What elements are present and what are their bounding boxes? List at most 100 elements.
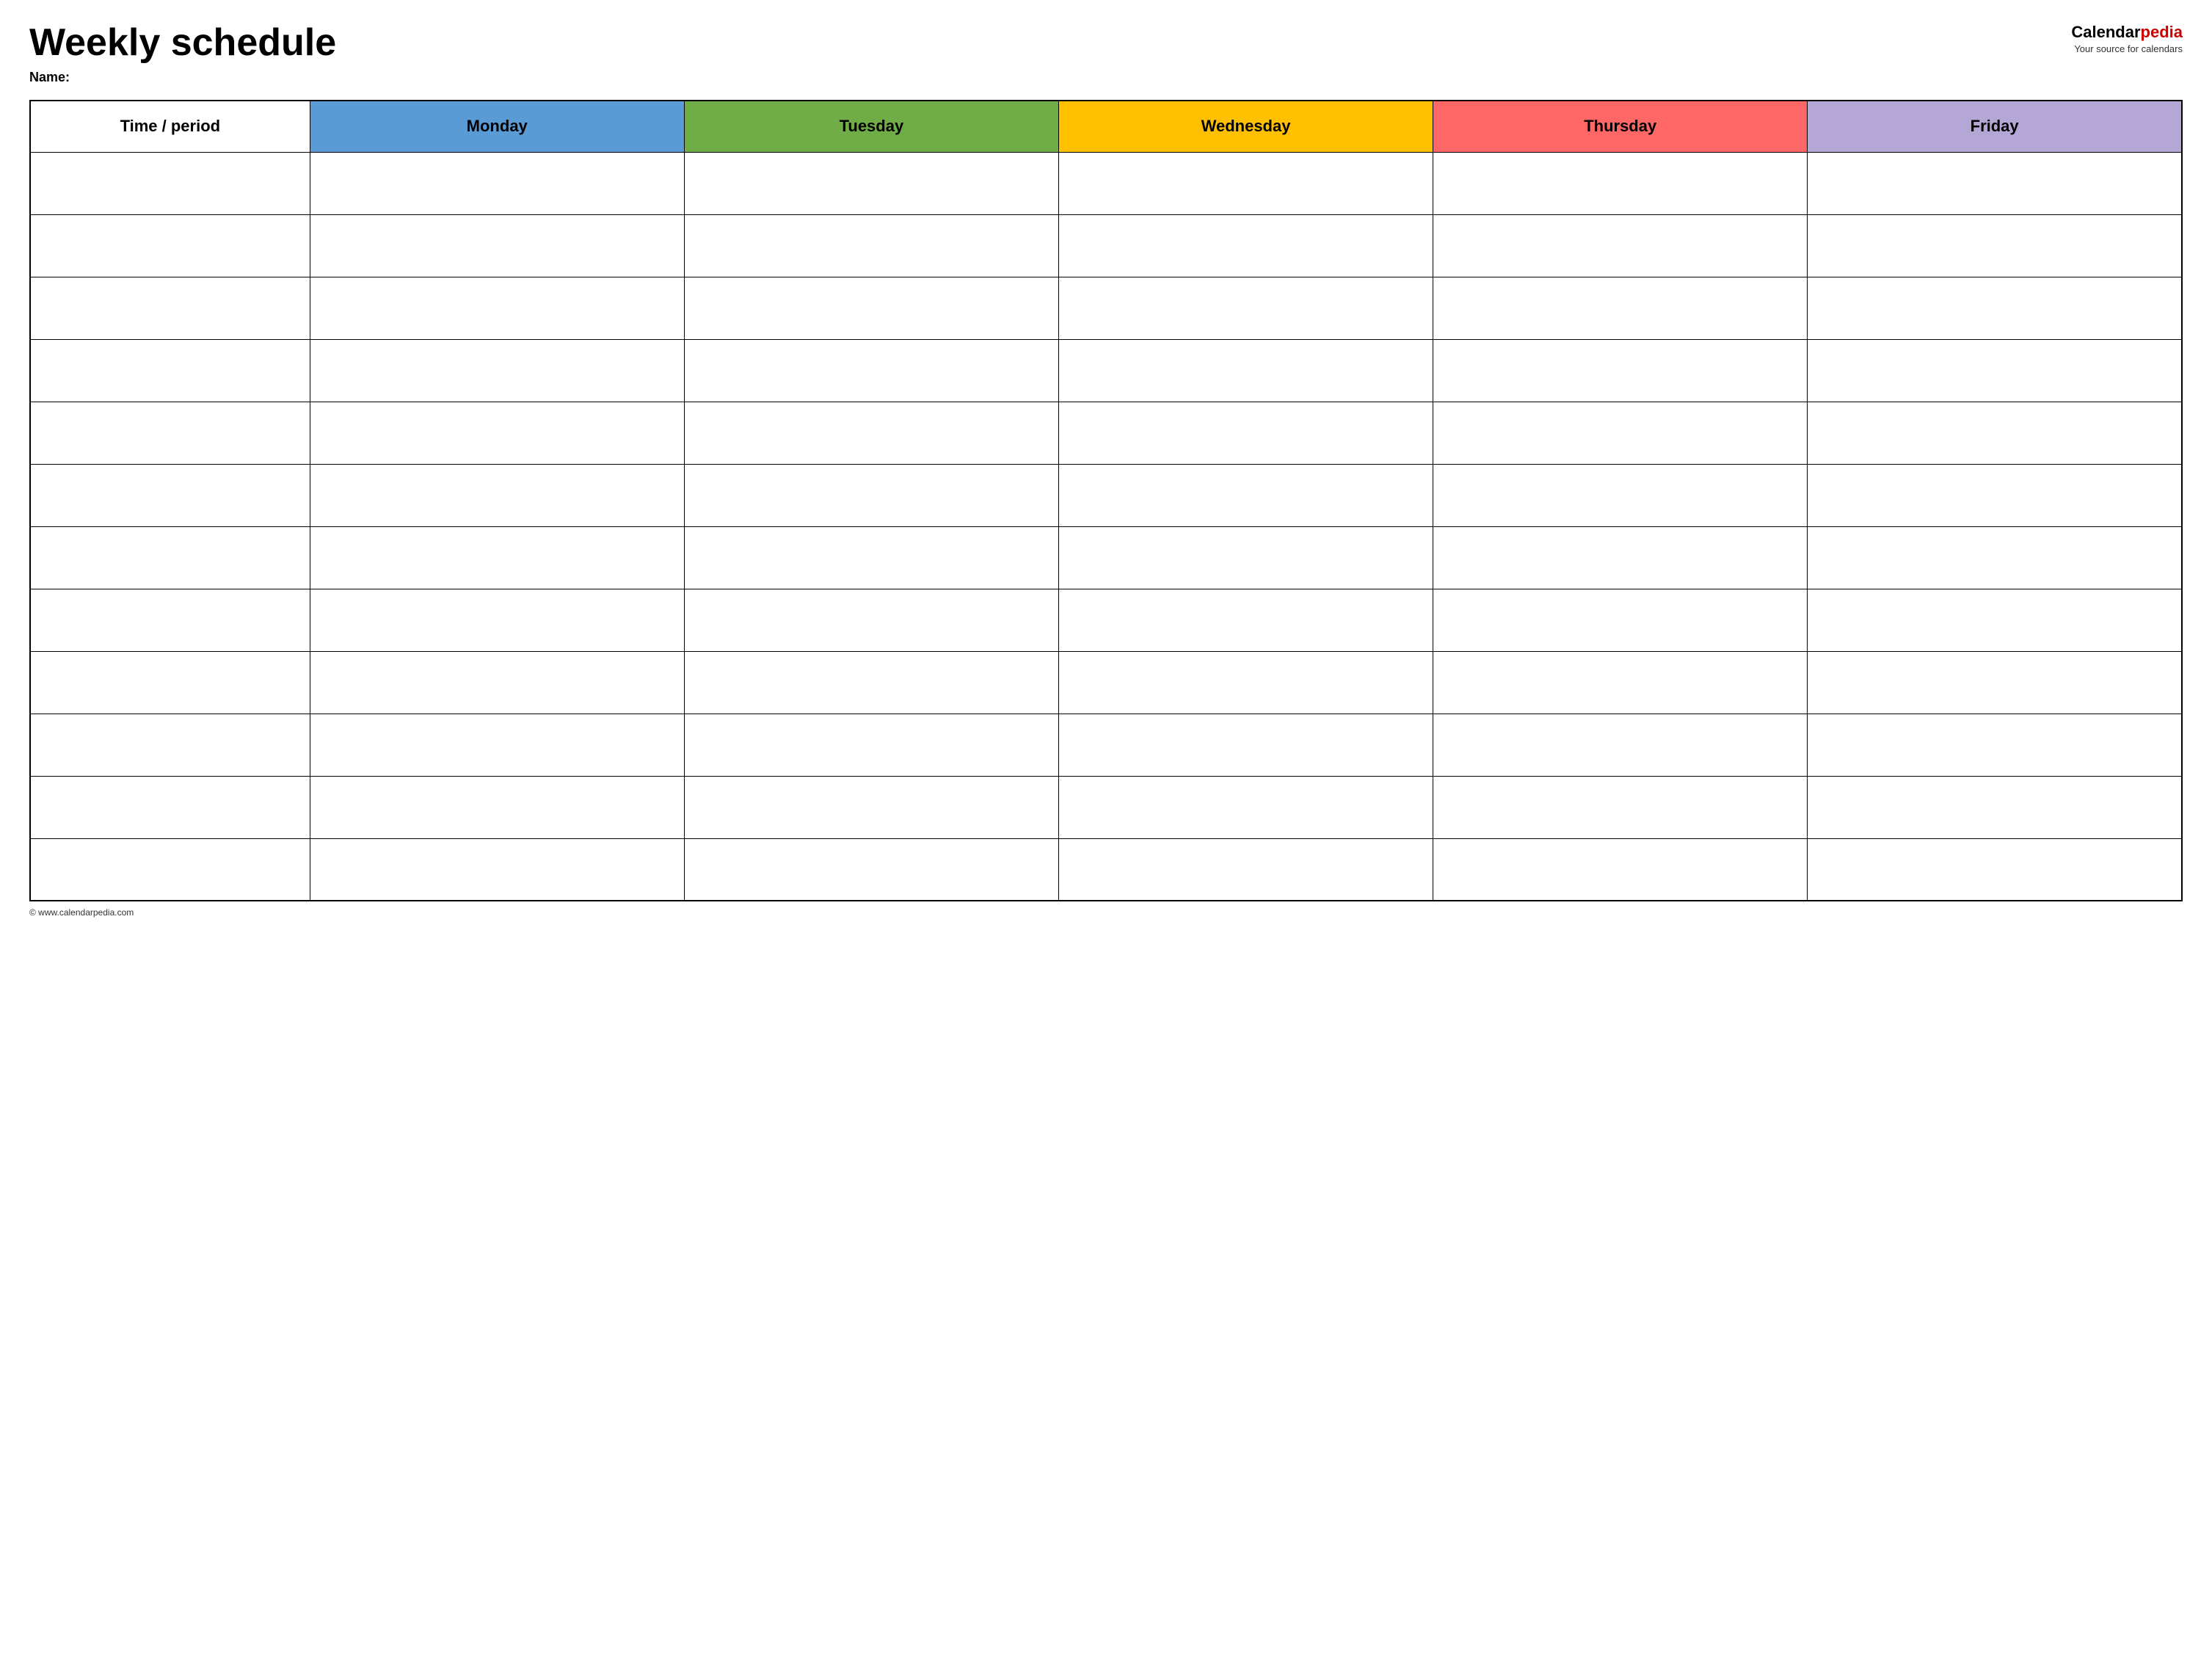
logo-tagline: Your source for calendars — [2071, 43, 2183, 56]
table-row — [30, 714, 2182, 776]
schedule-cell[interactable] — [1058, 589, 1433, 651]
time-cell[interactable] — [30, 838, 310, 901]
schedule-cell[interactable] — [1808, 152, 2182, 214]
schedule-cell[interactable] — [1433, 152, 1808, 214]
time-cell[interactable] — [30, 526, 310, 589]
schedule-cell[interactable] — [1058, 152, 1433, 214]
schedule-cell[interactable] — [684, 152, 1058, 214]
schedule-cell[interactable] — [310, 526, 684, 589]
header-row: Time / period Monday Tuesday Wednesday T… — [30, 101, 2182, 152]
schedule-cell[interactable] — [1433, 838, 1808, 901]
schedule-cell[interactable] — [684, 838, 1058, 901]
schedule-cell[interactable] — [684, 214, 1058, 277]
table-row — [30, 152, 2182, 214]
schedule-cell[interactable] — [310, 651, 684, 714]
schedule-cell[interactable] — [310, 714, 684, 776]
schedule-cell[interactable] — [1808, 277, 2182, 339]
schedule-cell[interactable] — [1058, 402, 1433, 464]
schedule-cell[interactable] — [310, 589, 684, 651]
schedule-cell[interactable] — [1058, 214, 1433, 277]
schedule-cell[interactable] — [1433, 589, 1808, 651]
schedule-cell[interactable] — [1058, 651, 1433, 714]
table-row — [30, 589, 2182, 651]
page-title: Weekly schedule — [29, 22, 336, 64]
schedule-cell[interactable] — [1808, 714, 2182, 776]
table-row — [30, 402, 2182, 464]
schedule-cell[interactable] — [1433, 277, 1808, 339]
schedule-cell[interactable] — [1808, 402, 2182, 464]
schedule-cell[interactable] — [1058, 838, 1433, 901]
time-cell[interactable] — [30, 464, 310, 526]
logo-part1: Calendar — [2071, 23, 2140, 41]
logo-text: Calendarpedia — [2071, 22, 2183, 43]
time-cell[interactable] — [30, 651, 310, 714]
schedule-cell[interactable] — [1058, 526, 1433, 589]
schedule-cell[interactable] — [1433, 651, 1808, 714]
col-header-monday: Monday — [310, 101, 684, 152]
schedule-cell[interactable] — [684, 402, 1058, 464]
schedule-cell[interactable] — [684, 776, 1058, 838]
time-cell[interactable] — [30, 277, 310, 339]
col-header-friday: Friday — [1808, 101, 2182, 152]
schedule-cell[interactable] — [1808, 214, 2182, 277]
schedule-cell[interactable] — [1433, 214, 1808, 277]
footer-url: © www.calendarpedia.com — [29, 907, 2183, 918]
time-cell[interactable] — [30, 402, 310, 464]
schedule-cell[interactable] — [1058, 776, 1433, 838]
schedule-cell[interactable] — [310, 464, 684, 526]
schedule-cell[interactable] — [1058, 714, 1433, 776]
schedule-cell[interactable] — [1433, 464, 1808, 526]
schedule-cell[interactable] — [1808, 838, 2182, 901]
table-row — [30, 277, 2182, 339]
schedule-cell[interactable] — [684, 464, 1058, 526]
col-header-wednesday: Wednesday — [1058, 101, 1433, 152]
name-label: Name: — [29, 70, 336, 85]
schedule-cell[interactable] — [684, 526, 1058, 589]
time-cell[interactable] — [30, 589, 310, 651]
title-area: Weekly schedule Name: — [29, 22, 336, 85]
time-cell[interactable] — [30, 152, 310, 214]
table-row — [30, 464, 2182, 526]
schedule-cell[interactable] — [310, 776, 684, 838]
table-row — [30, 526, 2182, 589]
schedule-cell[interactable] — [1808, 464, 2182, 526]
schedule-cell[interactable] — [684, 714, 1058, 776]
schedule-cell[interactable] — [1808, 526, 2182, 589]
schedule-cell[interactable] — [1433, 339, 1808, 402]
table-row — [30, 651, 2182, 714]
schedule-cell[interactable] — [1808, 589, 2182, 651]
schedule-cell[interactable] — [684, 277, 1058, 339]
schedule-cell[interactable] — [310, 277, 684, 339]
schedule-cell[interactable] — [1433, 776, 1808, 838]
schedule-cell[interactable] — [1433, 714, 1808, 776]
page-header: Weekly schedule Name: Calendarpedia Your… — [29, 22, 2183, 85]
col-header-time: Time / period — [30, 101, 310, 152]
schedule-cell[interactable] — [684, 339, 1058, 402]
schedule-cell[interactable] — [684, 651, 1058, 714]
schedule-cell[interactable] — [1433, 526, 1808, 589]
col-header-tuesday: Tuesday — [684, 101, 1058, 152]
logo-part2: pedia — [2141, 23, 2183, 41]
time-cell[interactable] — [30, 776, 310, 838]
table-row — [30, 339, 2182, 402]
time-cell[interactable] — [30, 339, 310, 402]
time-cell[interactable] — [30, 714, 310, 776]
schedule-cell[interactable] — [310, 838, 684, 901]
schedule-cell[interactable] — [1433, 402, 1808, 464]
schedule-cell[interactable] — [310, 402, 684, 464]
schedule-cell[interactable] — [1058, 339, 1433, 402]
table-row — [30, 838, 2182, 901]
schedule-cell[interactable] — [1058, 277, 1433, 339]
schedule-cell[interactable] — [684, 589, 1058, 651]
schedule-cell[interactable] — [1808, 651, 2182, 714]
schedule-cell[interactable] — [310, 339, 684, 402]
col-header-thursday: Thursday — [1433, 101, 1808, 152]
schedule-cell[interactable] — [1808, 339, 2182, 402]
time-cell[interactable] — [30, 214, 310, 277]
table-row — [30, 776, 2182, 838]
schedule-cell[interactable] — [310, 152, 684, 214]
schedule-cell[interactable] — [1808, 776, 2182, 838]
schedule-cell[interactable] — [310, 214, 684, 277]
logo-area: Calendarpedia Your source for calendars — [2071, 22, 2183, 55]
schedule-cell[interactable] — [1058, 464, 1433, 526]
